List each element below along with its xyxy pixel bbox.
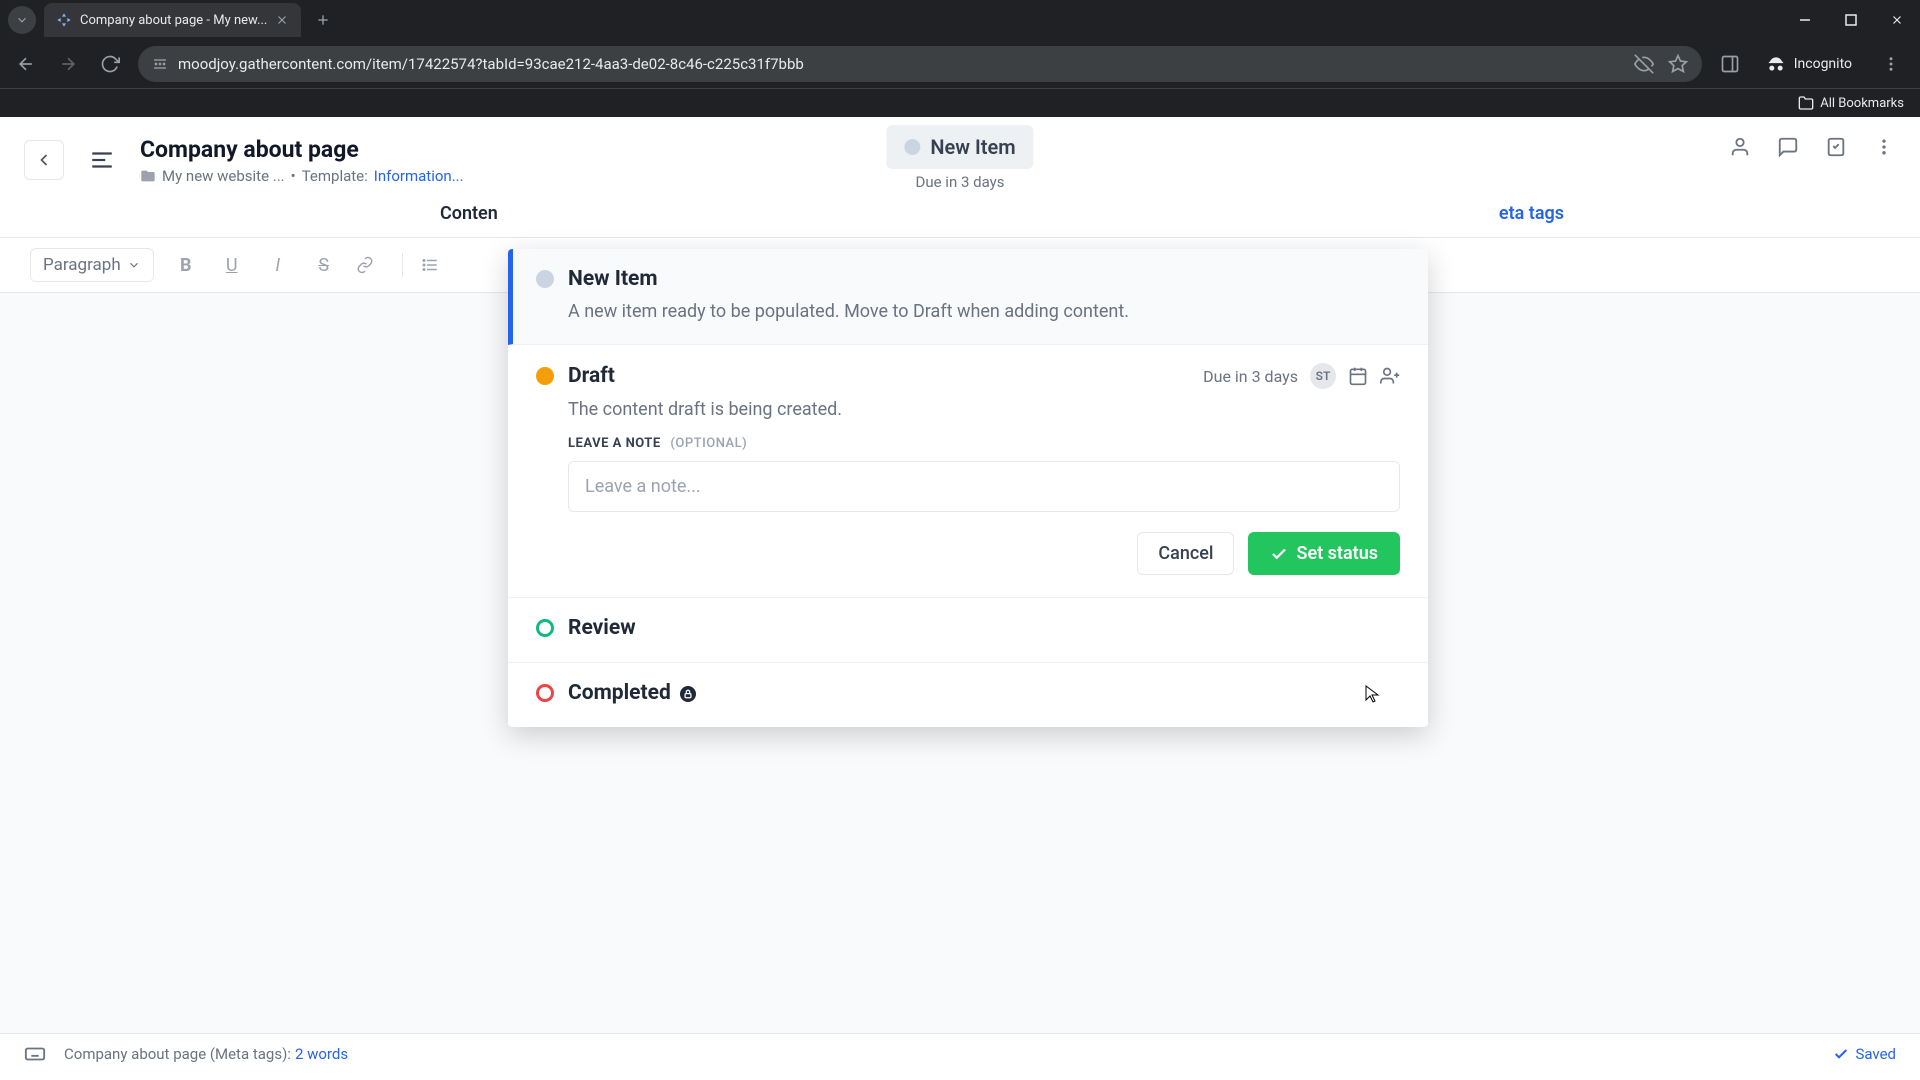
draft-meta: Due in 3 days ST: [1203, 363, 1400, 389]
status-dot-green-icon: [536, 619, 554, 637]
bookmarks-bar: All Bookmarks: [0, 88, 1920, 117]
browser-tab[interactable]: Company about page - My new...: [44, 3, 301, 37]
tab-favicon-icon: [56, 12, 72, 28]
incognito-icon: [1766, 54, 1786, 74]
editor-content[interactable]: New Item A new item ready to be populate…: [0, 293, 1920, 1033]
folder-name[interactable]: My new website ...: [162, 167, 285, 185]
status-dot-red-icon: [536, 684, 554, 702]
outline-toggle-button[interactable]: [82, 140, 122, 180]
status-option-draft[interactable]: Draft Due in 3 days ST The content draft…: [508, 345, 1428, 598]
window-controls: [1782, 0, 1920, 40]
link-button[interactable]: [356, 256, 384, 274]
page-title: Company about page: [140, 136, 464, 163]
cancel-button[interactable]: Cancel: [1137, 532, 1234, 575]
tab-meta-tags-partial[interactable]: eta tags: [1499, 203, 1564, 224]
nav-back-button[interactable]: [12, 50, 40, 78]
status-option-new-item[interactable]: New Item A new item ready to be populate…: [508, 249, 1428, 345]
chevron-down-icon: [127, 258, 141, 272]
incognito-eye-icon[interactable]: [1634, 54, 1654, 74]
set-status-label: Set status: [1296, 543, 1378, 564]
set-status-button[interactable]: Set status: [1248, 532, 1400, 575]
check-icon: [1270, 545, 1288, 563]
app-footer: Company about page (Meta tags): 2 words …: [0, 1033, 1920, 1073]
all-bookmarks-label: All Bookmarks: [1820, 96, 1904, 111]
assignee-avatar[interactable]: ST: [1310, 363, 1336, 389]
note-label: LEAVE A NOTE (OPTIONAL): [568, 436, 1400, 451]
tab-title: Company about page - My new...: [80, 13, 267, 28]
breadcrumb: My new website ... • Template: Informati…: [140, 167, 464, 185]
status-pill-name: New Item: [930, 135, 1015, 159]
browser-menu-button[interactable]: [1874, 55, 1908, 73]
calendar-icon[interactable]: [1348, 366, 1368, 386]
window-maximize-button[interactable]: [1828, 0, 1874, 40]
lock-icon: [680, 686, 696, 702]
status-pill[interactable]: New Item Due in 3 days: [886, 125, 1033, 191]
paragraph-label: Paragraph: [43, 255, 121, 275]
status-name: Draft: [568, 364, 615, 388]
incognito-label: Incognito: [1794, 56, 1852, 72]
saved-label: Saved: [1855, 1045, 1896, 1063]
folder-icon: [1798, 95, 1814, 111]
breadcrumb-separator: •: [291, 167, 296, 185]
status-dot-grey-icon: [536, 270, 554, 288]
incognito-badge[interactable]: Incognito: [1758, 54, 1860, 74]
header-actions: [1728, 135, 1896, 159]
all-bookmarks-button[interactable]: All Bookmarks: [1798, 95, 1904, 111]
status-name: Completed: [568, 681, 696, 705]
nav-reload-button[interactable]: [96, 50, 124, 78]
strikethrough-button[interactable]: S: [310, 255, 338, 276]
more-menu-button[interactable]: [1872, 135, 1896, 159]
bold-button[interactable]: B: [172, 255, 200, 276]
new-tab-button[interactable]: [309, 6, 337, 34]
tab-strip: Company about page - My new...: [0, 0, 1920, 40]
tasks-button[interactable]: [1824, 135, 1848, 159]
keyboard-icon[interactable]: [24, 1043, 46, 1065]
tab-content-partial[interactable]: Conten: [440, 203, 498, 224]
nav-forward-button[interactable]: [54, 50, 82, 78]
comments-button[interactable]: [1776, 135, 1800, 159]
back-button[interactable]: [24, 140, 64, 180]
bookmark-star-icon[interactable]: [1668, 54, 1688, 74]
bullet-list-button[interactable]: [421, 256, 449, 274]
italic-button[interactable]: I: [264, 255, 292, 276]
window-close-button[interactable]: [1874, 0, 1920, 40]
underline-button[interactable]: U: [218, 255, 246, 276]
address-bar: moodjoy.gathercontent.com/item/17422574?…: [0, 40, 1920, 88]
paragraph-style-select[interactable]: Paragraph: [30, 248, 154, 282]
app-header: Company about page My new website ... • …: [0, 117, 1920, 195]
saved-indicator: Saved: [1833, 1045, 1896, 1063]
side-panel-icon[interactable]: [1716, 50, 1744, 78]
window-minimize-button[interactable]: [1782, 0, 1828, 40]
add-assignee-icon[interactable]: [1380, 366, 1400, 386]
status-pill-due: Due in 3 days: [886, 173, 1033, 191]
word-count[interactable]: 2 words: [295, 1045, 348, 1063]
tab-close-icon[interactable]: [275, 13, 289, 27]
title-block: Company about page My new website ... • …: [140, 136, 464, 185]
tab-search-dropdown[interactable]: [8, 6, 36, 34]
draft-due: Due in 3 days: [1203, 367, 1298, 386]
check-icon: [1833, 1046, 1849, 1062]
template-link[interactable]: Information...: [374, 167, 464, 185]
template-label: Template:: [302, 167, 368, 185]
status-dot-icon: [904, 139, 920, 155]
draft-actions: Cancel Set status: [536, 532, 1400, 575]
note-block: LEAVE A NOTE (OPTIONAL): [568, 436, 1400, 512]
url-text: moodjoy.gathercontent.com/item/17422574?…: [178, 55, 804, 73]
status-name: Review: [568, 616, 636, 640]
status-dot-orange-icon: [536, 367, 554, 385]
footer-context: Company about page (Meta tags):: [64, 1045, 291, 1063]
status-desc: The content draft is being created.: [568, 399, 1400, 420]
status-name: New Item: [568, 267, 658, 291]
folder-icon: [140, 168, 156, 184]
status-desc: A new item ready to be populated. Move t…: [568, 301, 1400, 322]
app-content: Company about page My new website ... • …: [0, 117, 1920, 1073]
note-input[interactable]: [568, 461, 1400, 512]
people-button[interactable]: [1728, 135, 1752, 159]
url-input[interactable]: moodjoy.gathercontent.com/item/17422574?…: [138, 46, 1702, 82]
status-option-review[interactable]: Review: [508, 598, 1428, 663]
status-dropdown: New Item A new item ready to be populate…: [508, 249, 1428, 727]
site-settings-icon[interactable]: [152, 56, 168, 72]
status-option-completed[interactable]: Completed: [508, 663, 1428, 727]
browser-chrome: Company about page - My new... moodjoy.g…: [0, 0, 1920, 117]
